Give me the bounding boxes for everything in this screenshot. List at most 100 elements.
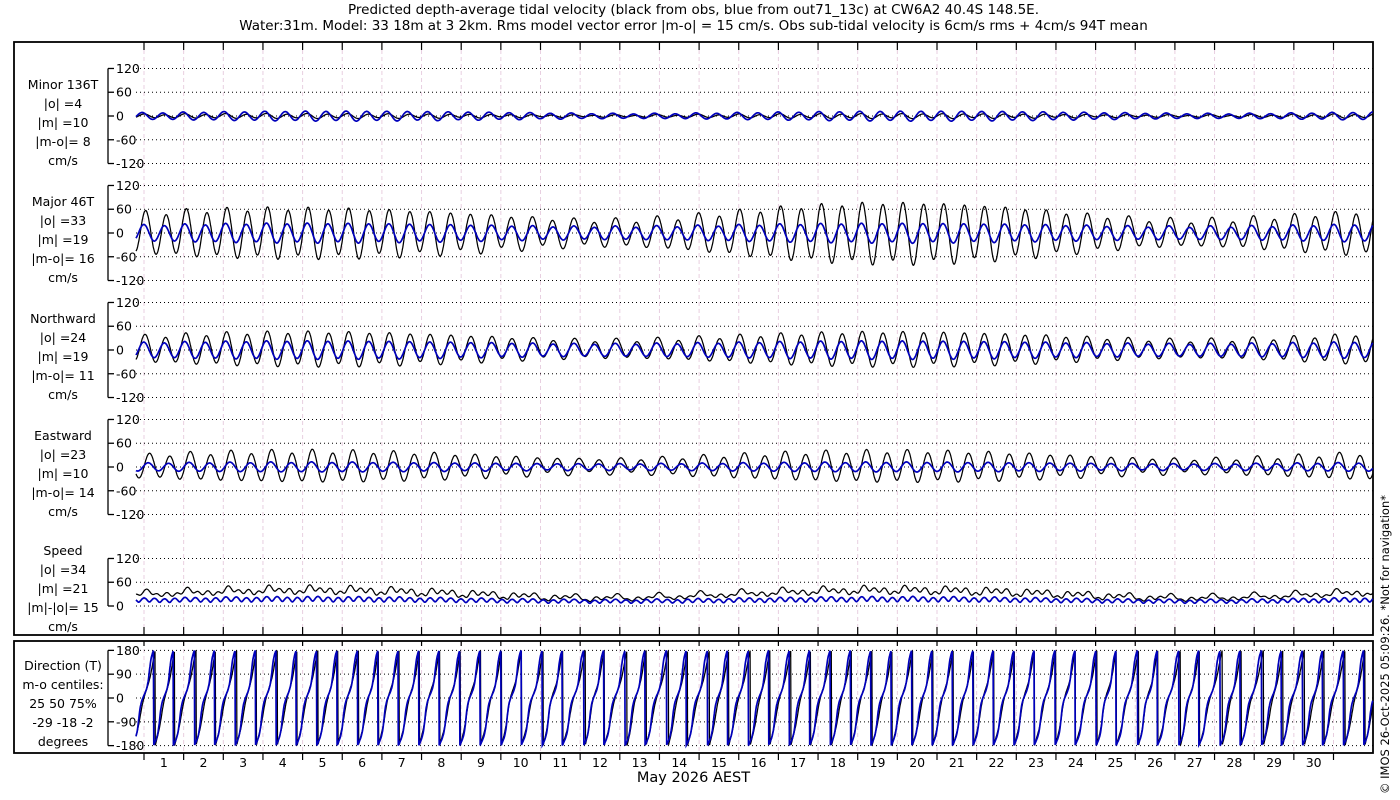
panel-name: Speed bbox=[43, 543, 83, 558]
x-tick-label: 1 bbox=[160, 755, 168, 770]
x-tick-label: 30 bbox=[1306, 755, 1322, 770]
y-tick-label: 120 bbox=[116, 295, 140, 310]
centiles-pcts: 25 50 75% bbox=[29, 696, 97, 711]
model-stat: |m| =19 bbox=[37, 349, 89, 364]
series-direction-model bbox=[135, 650, 1374, 749]
watermark-text: © IMOS 26-Oct-2025 05:09:26. *Not for na… bbox=[1378, 495, 1392, 794]
x-tick-label: 6 bbox=[358, 755, 366, 770]
centiles-values: -29 -18 -2 bbox=[32, 715, 94, 730]
x-tick-label: 14 bbox=[671, 755, 687, 770]
y-tick-label: 120 bbox=[116, 61, 140, 76]
obs-stat: |o| =33 bbox=[39, 213, 87, 228]
centiles-label: m-o centiles: bbox=[22, 677, 104, 692]
unit-label: cm/s bbox=[48, 387, 78, 402]
x-tick-label: 18 bbox=[830, 755, 846, 770]
x-tick-label: 8 bbox=[437, 755, 445, 770]
unit-label: cm/s bbox=[48, 153, 78, 168]
model-stat: |m| =21 bbox=[37, 581, 89, 596]
panel-name: Northward bbox=[30, 311, 96, 326]
y-tick-label: -60 bbox=[116, 483, 136, 498]
panel-name: Eastward bbox=[34, 428, 92, 443]
x-tick-label: 27 bbox=[1187, 755, 1203, 770]
unit-label: cm/s bbox=[48, 619, 78, 634]
y-tick-label: 180 bbox=[116, 643, 140, 658]
y-tick-label: 60 bbox=[116, 85, 132, 100]
error-stat: |m-o|= 14 bbox=[31, 485, 95, 500]
x-tick-label: 5 bbox=[318, 755, 326, 770]
panel-name: Direction (T) bbox=[24, 658, 102, 673]
error-stat: |m-o|= 16 bbox=[31, 251, 95, 266]
panel-label-northward: Northward |o| =24 |m| =19 |m-o|= 11 cm/s bbox=[16, 309, 110, 404]
y-tick-label: -120 bbox=[116, 390, 144, 405]
error-stat: |m-o|= 8 bbox=[35, 134, 91, 149]
x-tick-label: 28 bbox=[1226, 755, 1242, 770]
x-tick-label: 4 bbox=[279, 755, 287, 770]
tidal-velocity-chart: Predicted depth-average tidal velocity (… bbox=[0, 0, 1400, 800]
x-axis-title: May 2026 AEST bbox=[636, 770, 751, 786]
model-stat: |m| =19 bbox=[37, 232, 89, 247]
x-tick-label: 7 bbox=[398, 755, 406, 770]
panel-label-speed: Speed |o| =34 |m| =21 |m|-|o|= 15 cm/s bbox=[16, 541, 110, 636]
y-tick-label: 0 bbox=[116, 691, 124, 706]
y-tick-label: 90 bbox=[116, 667, 132, 682]
y-tick-label: 0 bbox=[116, 226, 124, 241]
x-tick-label: 29 bbox=[1266, 755, 1282, 770]
unit-label: degrees bbox=[37, 734, 89, 749]
y-tick-label: 60 bbox=[116, 319, 132, 334]
y-tick-label: 120 bbox=[116, 551, 140, 566]
y-tick-label: 0 bbox=[116, 599, 124, 614]
x-tick-label: 20 bbox=[909, 755, 925, 770]
y-tick-label: 0 bbox=[116, 460, 124, 475]
y-tick-label: -60 bbox=[116, 132, 136, 147]
x-tick-label: 26 bbox=[1147, 755, 1163, 770]
x-tick-label: 22 bbox=[989, 755, 1005, 770]
y-tick-label: -120 bbox=[116, 507, 144, 522]
y-tick-label: -60 bbox=[116, 366, 136, 381]
plot-canvas: 120600-60-120120600-60-120120600-60-1201… bbox=[13, 41, 1374, 770]
y-tick-label: 60 bbox=[116, 436, 132, 451]
x-tick-label: 11 bbox=[552, 755, 568, 770]
x-tick-label: 12 bbox=[592, 755, 608, 770]
x-tick-label: 9 bbox=[477, 755, 485, 770]
panel-name: Minor 136T bbox=[27, 77, 99, 92]
y-tick-label: -60 bbox=[116, 249, 136, 264]
x-tick-label: 17 bbox=[790, 755, 806, 770]
y-tick-label: 0 bbox=[116, 343, 124, 358]
x-tick-label: 16 bbox=[751, 755, 767, 770]
error-stat: |m-o|= 11 bbox=[31, 368, 95, 383]
y-tick-label: -90 bbox=[116, 714, 136, 729]
x-tick-label: 19 bbox=[870, 755, 886, 770]
y-tick-label: 120 bbox=[116, 178, 140, 193]
panel-label-major: Major 46T |o| =33 |m| =19 |m-o|= 16 cm/s bbox=[16, 192, 110, 287]
panel-name: Major 46T bbox=[31, 194, 95, 209]
y-tick-label: 60 bbox=[116, 202, 132, 217]
error-stat: |m|-|o|= 15 bbox=[27, 600, 99, 615]
y-tick-label: -120 bbox=[116, 156, 144, 171]
x-tick-label: 23 bbox=[1028, 755, 1044, 770]
obs-stat: |o| =23 bbox=[39, 447, 87, 462]
x-tick-label: 24 bbox=[1068, 755, 1084, 770]
model-stat: |m| =10 bbox=[37, 466, 89, 481]
panel-label-direction: Direction (T) m-o centiles: 25 50 75% -2… bbox=[16, 656, 110, 751]
y-tick-label: 120 bbox=[116, 412, 140, 427]
unit-label: cm/s bbox=[48, 270, 78, 285]
y-tick-label: 0 bbox=[116, 109, 124, 124]
obs-stat: |o| =34 bbox=[39, 562, 87, 577]
panel-label-minor: Minor 136T |o| =4 |m| =10 |m-o|= 8 cm/s bbox=[16, 75, 110, 170]
series-eastward-obs bbox=[135, 448, 1374, 484]
x-tick-label: 10 bbox=[513, 755, 529, 770]
panel-label-eastward: Eastward |o| =23 |m| =10 |m-o|= 14 cm/s bbox=[16, 426, 110, 521]
y-tick-label: 60 bbox=[116, 575, 132, 590]
x-tick-label: 21 bbox=[949, 755, 965, 770]
y-tick-label: -120 bbox=[116, 273, 144, 288]
x-tick-label: 13 bbox=[632, 755, 648, 770]
model-stat: |m| =10 bbox=[37, 115, 89, 130]
obs-stat: |o| =24 bbox=[39, 330, 87, 345]
obs-stat: |o| =4 bbox=[43, 96, 83, 111]
x-tick-label: 25 bbox=[1107, 755, 1123, 770]
x-tick-label: 2 bbox=[199, 755, 207, 770]
unit-label: cm/s bbox=[48, 504, 78, 519]
x-tick-label: 15 bbox=[711, 755, 727, 770]
x-tick-label: 3 bbox=[239, 755, 247, 770]
y-tick-label: -180 bbox=[116, 738, 144, 753]
